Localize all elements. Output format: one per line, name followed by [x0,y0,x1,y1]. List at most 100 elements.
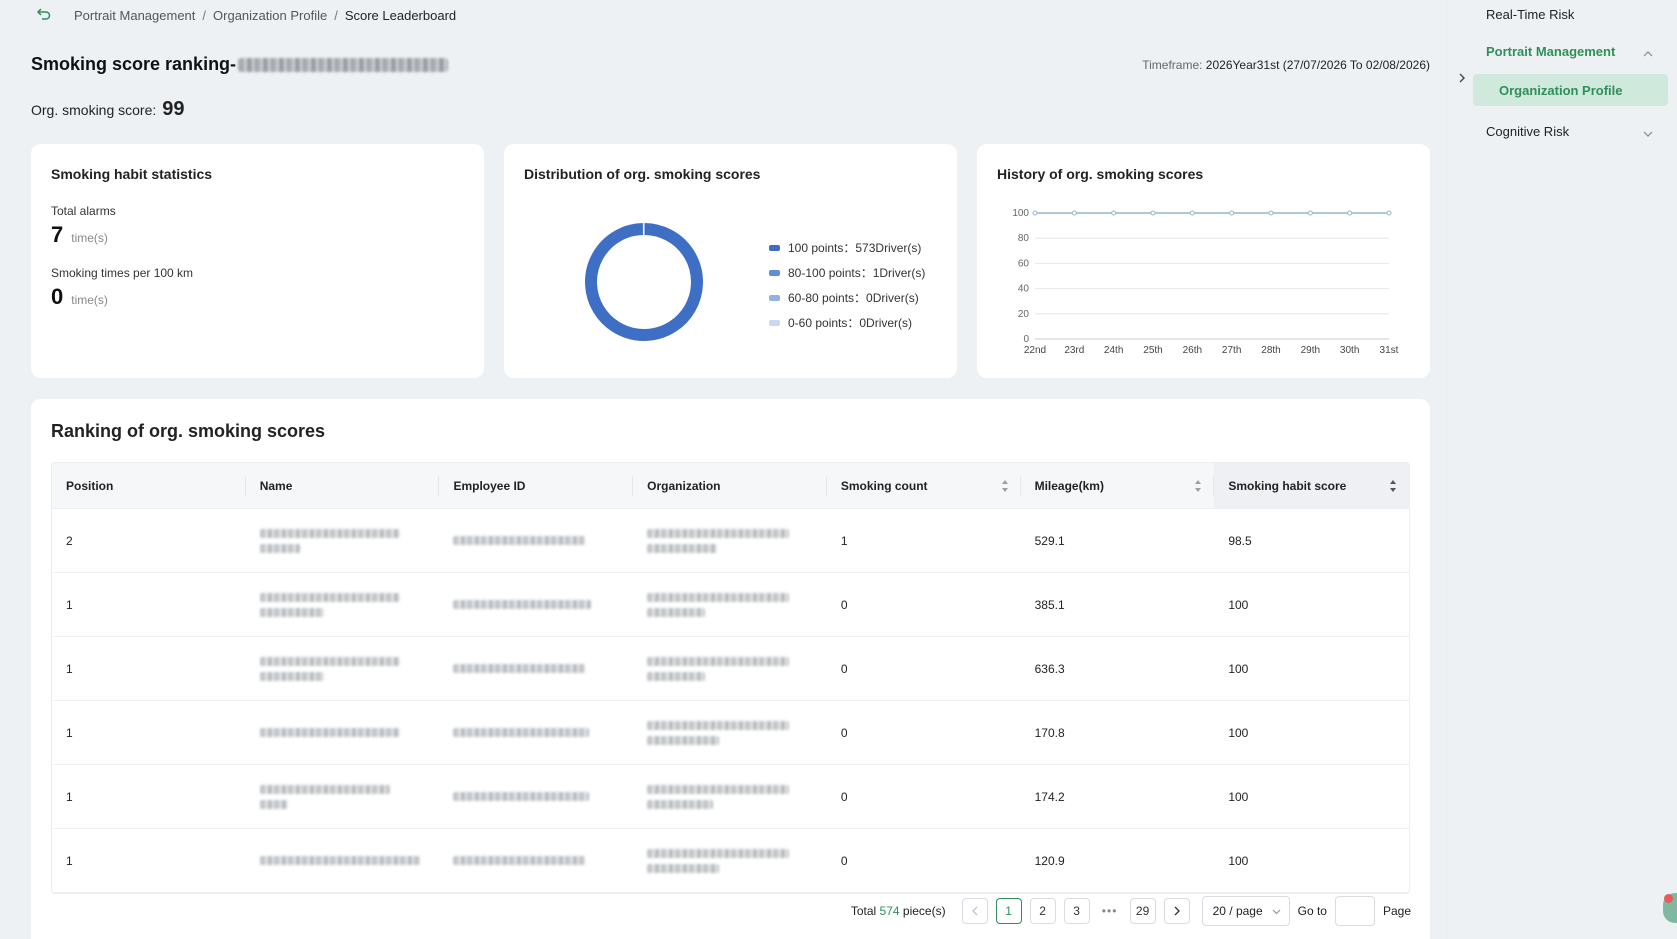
breadcrumb-portrait-management[interactable]: Portrait Management [74,8,195,23]
redacted-line [259,543,300,553]
redacted-line [647,607,706,617]
history-data-point[interactable] [1189,210,1195,216]
cell-mileage: 529.1 [1034,533,1065,548]
cell-position: 1 [66,789,73,804]
back-arrow-icon[interactable] [36,6,54,24]
legend-item[interactable]: 0-60 points：0Driver(s) [769,310,925,335]
redacted-text [259,784,390,809]
redacted-line [453,728,590,737]
cell-position: 1 [66,725,73,740]
cell-position: 1 [66,661,73,676]
table-row: 1 0 170.8 100 [52,701,1409,765]
history-data-point[interactable] [1268,210,1274,216]
menu-item-real-time-risk[interactable]: Real-Time Risk [1486,7,1574,22]
cell-smoking-habit-score: 100 [1228,661,1249,676]
page-size-value: 20 / page [1212,904,1263,918]
last-page-button[interactable]: 29 [1129,898,1156,924]
redacted-line [647,543,718,553]
page-label: Page [1382,904,1411,918]
redacted-line [647,671,706,681]
table-header: Position Name Employee ID Organization S… [52,463,1409,509]
column-header-position: Position [52,463,246,508]
history-data-point[interactable] [1307,210,1313,216]
menu-item-portrait-management[interactable]: Portrait Management [1486,44,1615,59]
redacted-line [453,664,586,673]
prev-page-button[interactable] [961,898,988,924]
cell-employee-id [439,829,633,892]
redacted-text [647,656,790,681]
next-page-button[interactable] [1163,898,1190,924]
cell-name [246,701,440,764]
legend-item[interactable]: 80-100 points：1Driver(s) [769,260,925,285]
history-data-point[interactable] [1111,210,1117,216]
cell-employee-id [439,509,633,572]
redacted-text [647,592,790,617]
history-data-point[interactable] [1150,210,1156,216]
legend-swatch [769,294,780,301]
legend-item[interactable]: 60-80 points：0Driver(s) [769,285,925,310]
redacted-line [647,528,790,538]
chevron-right-icon[interactable] [1454,70,1470,86]
cell-smoking-habit-score: 100 [1228,597,1249,612]
redacted-line [259,656,400,666]
org-score-label: Org. smoking score: [31,102,157,118]
history-data-point[interactable] [1386,210,1392,216]
more-pages-icon[interactable]: ••• [1098,904,1122,918]
sort-icon[interactable] [1194,479,1202,493]
redacted-line [647,735,720,745]
submenu-item-organization-profile[interactable]: Organization Profile [1473,74,1668,106]
legend-swatch [769,319,780,326]
page-title: Smoking score ranking- [31,54,449,75]
page-3-button[interactable]: 3 [1063,898,1090,924]
column-header-mileage[interactable]: Mileage(km) [1021,463,1215,508]
redacted-text [453,536,586,545]
redacted-line [647,799,714,809]
cell-name [246,509,440,572]
y-tick-label: 60 [1018,258,1030,269]
donut-slice[interactable] [585,223,703,341]
redacted-text [453,856,586,865]
redacted-text [453,792,590,801]
timeframe-value: 2026Year31st (27/07/2026 To 02/08/2026) [1205,58,1430,72]
total-count: 574 [879,904,900,918]
cell-organization [633,701,827,764]
redacted-line [453,792,590,801]
redacted-line [259,528,400,538]
goto-page-input[interactable] [1334,896,1375,926]
ranking-card: Ranking of org. smoking scores Position … [31,399,1430,939]
page-1-button[interactable]: 1 [995,898,1022,924]
chevron-down-icon[interactable] [1643,126,1653,137]
main-content: Portrait Management / Organization Profi… [0,0,1446,939]
column-header-smoking-count[interactable]: Smoking count [827,463,1021,508]
table-row: 1 0 120.9 100 [52,829,1409,893]
redacted-text [453,600,592,609]
sort-icon[interactable] [1001,479,1009,493]
history-data-point[interactable] [1071,210,1077,216]
table-row: 1 0 636.3 100 [52,637,1409,701]
page-size-select[interactable]: 20 / page [1201,896,1290,926]
redacted-text [647,528,790,553]
column-header-smoking-habit-score[interactable]: Smoking habit score [1214,463,1409,508]
redacted-text [647,848,790,873]
legend-label: 60-80 points：0Driver(s) [788,291,919,305]
history-data-point[interactable] [1032,210,1038,216]
cell-employee-id [439,637,633,700]
cell-name [246,573,440,636]
redacted-line [259,607,324,617]
x-tick-label: 27th [1222,345,1241,356]
history-data-point[interactable] [1347,210,1353,216]
menu-item-cognitive-risk[interactable]: Cognitive Risk [1486,124,1569,139]
page-2-button[interactable]: 2 [1029,898,1056,924]
cell-organization [633,573,827,636]
total-prefix: Total [850,904,877,918]
history-data-point[interactable] [1229,210,1235,216]
breadcrumb-organization-profile[interactable]: Organization Profile [213,8,327,23]
per100km-unit: time(s) [71,293,108,307]
legend-item[interactable]: 100 points：573Driver(s) [769,235,925,260]
chevron-up-icon[interactable] [1643,46,1653,57]
score-history-card: History of org. smoking scores 0 20 40 60 80… [977,144,1430,378]
cell-organization [633,765,827,828]
column-header-name: Name [246,463,440,508]
cell-smoking-count: 0 [840,789,848,804]
sort-icon[interactable] [1389,479,1397,493]
